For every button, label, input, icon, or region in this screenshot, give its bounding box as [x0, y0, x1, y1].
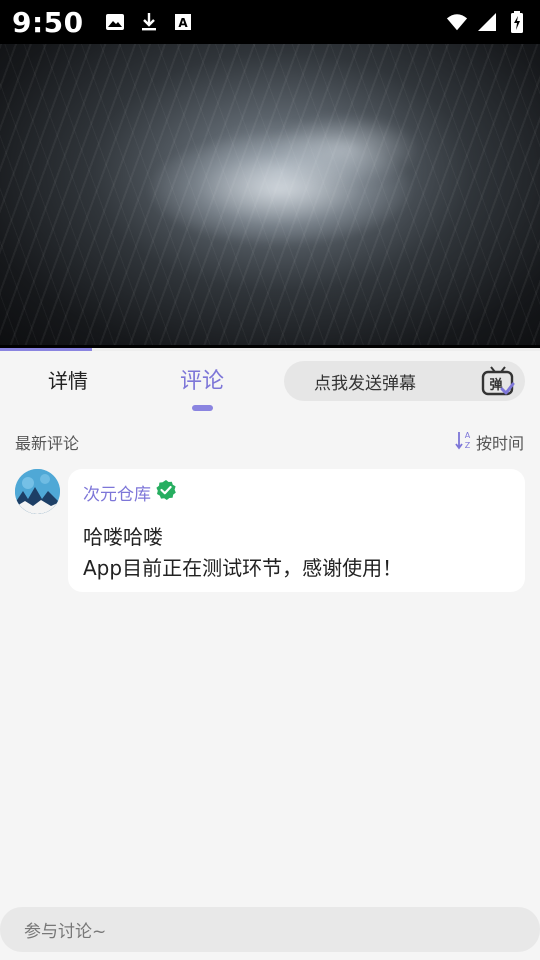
video-frame-rain	[0, 44, 540, 348]
danmaku-send-input[interactable]: 点我发送弹幕 弹	[284, 361, 525, 401]
discussion-input[interactable]: 参与讨论~	[0, 907, 540, 952]
svg-text:A: A	[465, 431, 471, 440]
status-bar: 9:50 A	[0, 0, 540, 44]
a-icon: A	[172, 11, 194, 33]
battery-icon	[506, 11, 528, 33]
danmaku-toggle-icon[interactable]: 弹	[481, 364, 515, 398]
comment-text-line: 哈喽哈喽	[83, 525, 163, 549]
svg-text:Z: Z	[465, 441, 471, 450]
wifi-icon	[446, 11, 468, 33]
tabs-row: 详情 评论 点我发送弹幕 弹	[0, 351, 540, 415]
comment-card: 次元仓库 哈喽哈喽 App目前正在测试环节，感谢使用！	[68, 469, 525, 592]
comment-text-line: App目前正在测试环节，感谢使用！	[83, 556, 403, 580]
comment-author-name: 次元仓库	[83, 485, 151, 505]
video-player[interactable]	[0, 44, 540, 348]
danmaku-placeholder: 点我发送弹幕	[314, 373, 416, 394]
status-time: 9:50	[12, 5, 84, 39]
discussion-input-placeholder: 参与讨论~	[24, 922, 107, 942]
svg-text:A: A	[178, 16, 188, 30]
latest-comments-title: 最新评论	[15, 434, 80, 453]
download-icon	[138, 11, 160, 33]
comment-author[interactable]: 次元仓库	[83, 479, 177, 506]
avatar[interactable]	[15, 469, 60, 514]
sort-icon: A Z	[455, 430, 473, 454]
sort-label: 按时间	[475, 434, 524, 453]
tab-details[interactable]: 详情	[48, 365, 88, 394]
image-icon	[104, 11, 126, 33]
sort-by-time-button[interactable]: A Z 按时间	[455, 430, 524, 454]
tab-comments[interactable]: 评论	[180, 363, 224, 395]
svg-text:弹: 弹	[489, 377, 502, 393]
tab-active-indicator	[192, 405, 213, 411]
verified-badge-icon	[155, 479, 177, 506]
signal-icon	[476, 11, 498, 33]
